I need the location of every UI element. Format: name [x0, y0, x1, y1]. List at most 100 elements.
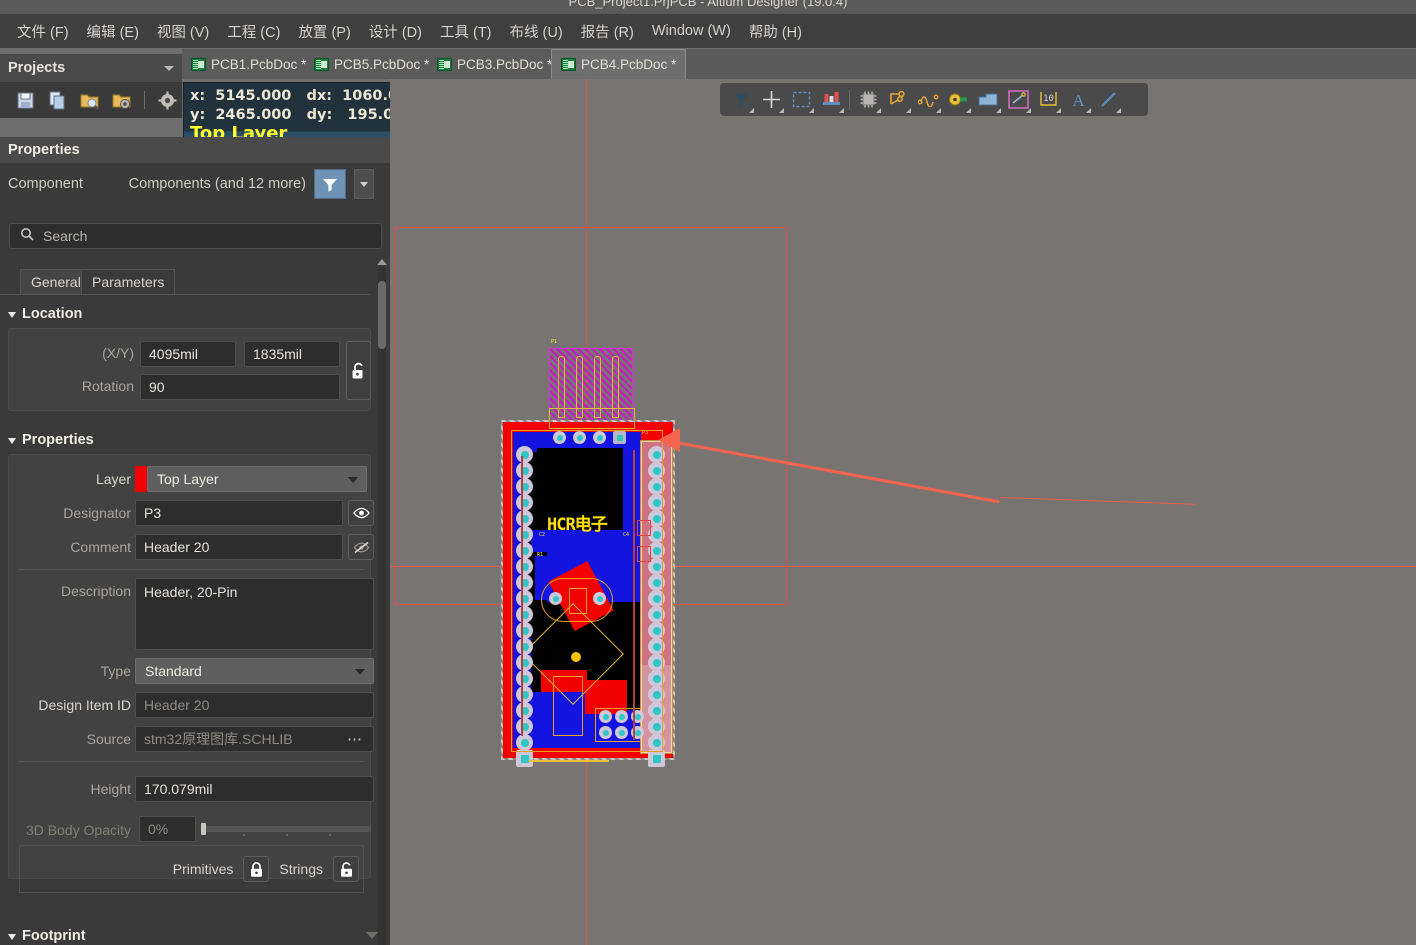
chevron-down-icon[interactable]	[164, 65, 174, 71]
designator-label: Designator	[63, 505, 131, 521]
open-folder-search-icon[interactable]	[80, 91, 99, 110]
section-title: Properties	[22, 432, 94, 448]
section-title: Footprint	[22, 928, 86, 944]
slider-tick	[243, 834, 245, 836]
menu-item-view[interactable]: 视图 (V)	[148, 17, 218, 46]
menu-item-window[interactable]: Window (W)	[643, 19, 740, 43]
menu-item-place[interactable]: 放置 (P)	[289, 17, 359, 46]
collapse-triangle-icon	[8, 934, 16, 940]
tab-pcb5[interactable]: PCB5.PcbDoc *	[305, 49, 438, 79]
opacity-label: 3D Body Opacity	[25, 822, 131, 838]
scroll-up-arrow-icon[interactable]	[377, 259, 387, 265]
tab-label: PCB5.PcbDoc *	[334, 56, 430, 72]
design-item-id-field[interactable]: Header 20	[135, 692, 374, 718]
properties-scrollbar-thumb[interactable]	[378, 281, 386, 349]
select-area-icon[interactable]	[786, 86, 816, 114]
primitives-label: Primitives	[172, 861, 234, 877]
menu-item-project[interactable]: 工程 (C)	[218, 17, 289, 46]
pcb-canvas[interactable]: P1 HCR电子 C2 C4 R1 P3	[390, 79, 1416, 945]
dimension-icon[interactable]: 10	[1033, 86, 1063, 114]
silkscreen-line	[529, 760, 609, 762]
layer-stack-icon[interactable]	[816, 86, 846, 114]
pcb-doc-icon	[437, 57, 452, 71]
designator-field[interactable]: P3	[135, 500, 343, 526]
eye-icon[interactable]	[348, 500, 374, 526]
pad[interactable]	[648, 750, 665, 767]
section-header-location[interactable]: Location	[8, 306, 82, 322]
scroll-down-arrow-icon[interactable]	[366, 932, 378, 939]
route-net-icon[interactable]	[883, 86, 913, 114]
save-icon[interactable]	[16, 91, 35, 110]
rotation-label: Rotation	[81, 378, 134, 394]
type-label: Type	[100, 663, 131, 679]
layer-select[interactable]: Top Layer	[147, 466, 367, 492]
svg-text:10: 10	[1043, 94, 1054, 104]
text-string-icon[interactable]: A	[1063, 86, 1093, 114]
y-field[interactable]: 1835mil	[244, 341, 340, 367]
unlock-icon[interactable]	[346, 341, 371, 400]
chevron-down-icon[interactable]	[354, 169, 374, 199]
menu-item-reports[interactable]: 报告 (R)	[572, 17, 643, 46]
lock-closed-icon[interactable]	[243, 856, 270, 882]
description-field[interactable]: Header, 20-Pin	[135, 578, 374, 650]
opacity-slider[interactable]	[201, 823, 371, 836]
section-header-footprint[interactable]: Footprint	[8, 928, 86, 944]
opacity-slider-thumb[interactable]	[201, 823, 206, 835]
menu-item-help[interactable]: 帮助 (H)	[740, 17, 811, 46]
pcb-doc-icon	[561, 58, 576, 71]
search-input[interactable]: Search	[9, 223, 382, 249]
projects-panel-header[interactable]: Projects	[0, 54, 182, 82]
comment-field[interactable]: Header 20	[135, 534, 343, 560]
crosshair-place-icon[interactable]	[756, 86, 786, 114]
tab-label: PCB3.PcbDoc *	[457, 56, 553, 72]
tab-pcb1[interactable]: PCB1.PcbDoc *	[182, 49, 315, 79]
rotation-field[interactable]: 90	[140, 374, 340, 400]
via-pad-icon[interactable]	[943, 86, 973, 114]
collapse-triangle-icon	[8, 438, 16, 444]
chevron-down-icon	[348, 477, 358, 483]
funnel-icon[interactable]	[314, 169, 346, 199]
source-label: Source	[86, 731, 131, 747]
folder-settings-icon[interactable]	[112, 91, 131, 110]
line-draw-icon[interactable]	[1003, 86, 1033, 114]
source-value: stm32原理图库.SCHLIB	[144, 731, 293, 747]
menu-item-edit[interactable]: 编辑 (E)	[78, 17, 148, 46]
height-field[interactable]: 170.079mil	[135, 776, 374, 802]
gear-icon[interactable]	[158, 91, 177, 110]
polygon-pour-icon[interactable]	[973, 86, 1003, 114]
location-group: (X/Y) 4095mil 1835mil Rotation 90	[8, 328, 371, 411]
menu-item-tools[interactable]: 工具 (T)	[431, 17, 501, 46]
projects-panel-toolbar	[0, 82, 182, 118]
x-field[interactable]: 4095mil	[140, 341, 236, 367]
pad[interactable]	[516, 750, 533, 767]
tab-parameters[interactable]: Parameters	[81, 269, 176, 294]
differential-pair-icon[interactable]	[913, 86, 943, 114]
section-header-properties[interactable]: Properties	[8, 432, 94, 448]
source-field[interactable]: stm32原理图库.SCHLIB ⋯	[135, 726, 374, 752]
collapse-triangle-icon	[8, 312, 16, 318]
lock-open-icon[interactable]	[333, 856, 359, 882]
object-kind-row: Component Components (and 12 more)	[0, 163, 390, 205]
divider	[19, 761, 364, 762]
type-select[interactable]: Standard	[135, 658, 374, 684]
divider	[19, 569, 364, 570]
filter-icon[interactable]	[726, 86, 756, 114]
pcb-board[interactable]: P1 HCR电子 C2 C4 R1 P3	[501, 320, 685, 767]
track-icon[interactable]	[1093, 86, 1123, 114]
ellipsis-icon[interactable]: ⋯	[347, 730, 363, 748]
design-item-id-label: Design Item ID	[38, 697, 131, 713]
opacity-field[interactable]: 0%	[139, 816, 196, 842]
menu-item-design[interactable]: 设计 (D)	[360, 17, 431, 46]
menu-item-file[interactable]: 文件 (F)	[8, 17, 78, 46]
component-chip-icon[interactable]	[853, 86, 883, 114]
tab-pcb4[interactable]: PCB4.PcbDoc *	[551, 49, 687, 79]
menu-item-route[interactable]: 布线 (U)	[501, 17, 572, 46]
properties-scrollbar[interactable]	[378, 267, 386, 945]
layer-color-swatch	[135, 466, 147, 492]
eye-off-icon[interactable]	[348, 534, 374, 560]
copy-icon[interactable]	[48, 91, 67, 110]
properties-panel-title: Properties	[8, 142, 80, 158]
height-label: Height	[90, 781, 131, 797]
tab-pcb3[interactable]: PCB3.PcbDoc *	[428, 49, 561, 79]
type-value: Standard	[145, 663, 202, 679]
